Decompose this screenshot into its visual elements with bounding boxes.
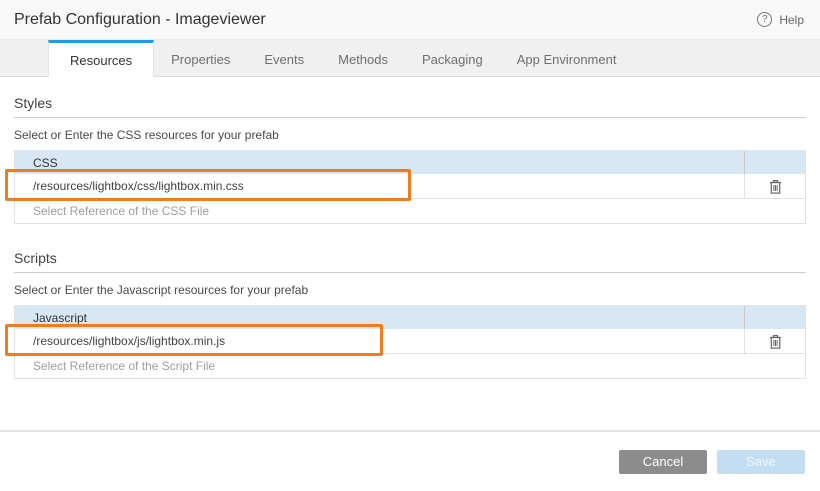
js-resource-row: /resources/lightbox/js/lightbox.min.js [15,329,805,354]
help-label: Help [779,13,804,27]
tab-resources[interactable]: Resources [48,40,154,77]
css-table-header-row: CSS [15,151,805,174]
js-resources-table: Javascript /resources/lightbox/js/lightb… [14,305,806,379]
css-resource-value[interactable]: /resources/lightbox/css/lightbox.min.css [15,174,745,198]
help-button[interactable]: ? Help [757,12,804,27]
js-resource-value[interactable]: /resources/lightbox/js/lightbox.min.js [15,329,745,353]
js-column-header: Javascript [15,306,745,329]
css-resource-row: /resources/lightbox/css/lightbox.min.css [15,174,805,199]
tab-app-environment[interactable]: App Environment [500,40,634,76]
js-delete-button[interactable] [745,329,805,353]
tab-events[interactable]: Events [247,40,321,76]
styles-section: Styles Select or Enter the CSS resources… [14,95,806,224]
css-reference-select[interactable]: Select Reference of the CSS File [15,199,805,223]
cancel-button[interactable]: Cancel [619,450,707,474]
js-reference-select[interactable]: Select Reference of the Script File [15,354,805,378]
tab-properties[interactable]: Properties [154,40,247,76]
tab-packaging[interactable]: Packaging [405,40,500,76]
css-delete-button[interactable] [745,174,805,198]
scripts-description: Select or Enter the Javascript resources… [14,283,806,297]
trash-icon [769,334,782,349]
scripts-heading: Scripts [14,250,806,273]
trash-icon [769,179,782,194]
prefab-configuration-dialog: Prefab Configuration - Imageviewer ? Hel… [0,0,820,491]
tab-methods[interactable]: Methods [321,40,405,76]
js-table-header-row: Javascript [15,306,805,329]
styles-description: Select or Enter the CSS resources for yo… [14,128,806,142]
page-title: Prefab Configuration - Imageviewer [14,11,266,29]
scripts-section: Scripts Select or Enter the Javascript r… [14,250,806,379]
styles-heading: Styles [14,95,806,118]
title-bar: Prefab Configuration - Imageviewer ? Hel… [0,0,820,40]
css-column-header: CSS [15,151,745,174]
resources-tab-content: Styles Select or Enter the CSS resources… [0,77,820,430]
save-button[interactable]: Save [717,450,805,474]
css-resources-table: CSS /resources/lightbox/css/lightbox.min… [14,150,806,224]
help-circle-icon: ? [757,12,772,27]
tab-strip: Resources Properties Events Methods Pack… [0,40,820,77]
footer: Cancel Save [0,432,820,491]
